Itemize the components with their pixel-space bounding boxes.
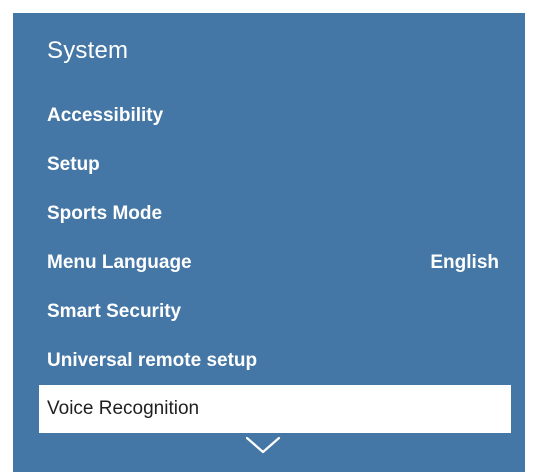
menu-item-label: Setup: [47, 154, 100, 175]
menu-item-label: Smart Security: [47, 301, 182, 322]
chevron-down-icon[interactable]: [245, 436, 281, 454]
menu-item-label: Universal remote setup: [47, 350, 258, 371]
menu-item-universal-remote-setup[interactable]: Universal remote setup: [39, 337, 511, 385]
system-menu-panel: System Accessibility Setup Sports Mode M…: [13, 13, 525, 472]
menu-item-setup[interactable]: Setup: [39, 141, 511, 189]
menu-item-sports-mode[interactable]: Sports Mode: [39, 190, 511, 238]
menu-item-label: Voice Recognition: [47, 398, 200, 419]
menu-language-value: English: [430, 252, 499, 273]
menu-item-smart-security[interactable]: Smart Security: [39, 288, 511, 336]
menu-item-label: Accessibility: [47, 105, 164, 126]
menu-item-voice-recognition[interactable]: Voice Recognition: [39, 385, 511, 433]
menu-item-accessibility[interactable]: Accessibility: [39, 92, 511, 140]
menu-item-label: Sports Mode: [47, 203, 163, 224]
menu-item-menu-language[interactable]: Menu Language English: [39, 239, 511, 287]
menu-item-label: Menu Language: [47, 252, 192, 273]
menu-title: System: [47, 37, 129, 64]
